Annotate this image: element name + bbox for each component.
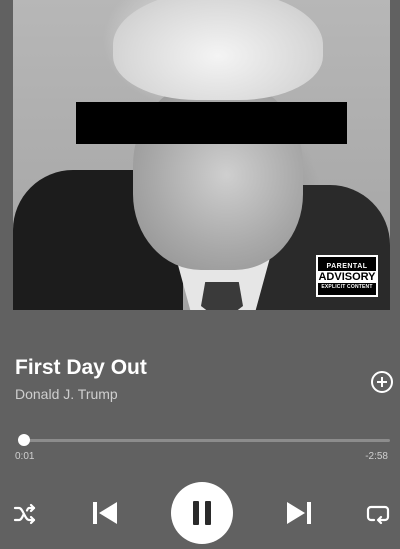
previous-track-button[interactable] [90,498,120,528]
progress-bar[interactable] [22,439,390,442]
track-title: First Day Out [15,356,147,379]
album-art-hair [113,0,323,100]
shuffle-button[interactable] [12,501,38,527]
album-art-tie [201,282,243,310]
time-elapsed: 0:01 [15,451,35,462]
album-art: PARENTAL ADVISORY EXPLICIT CONTENT [13,0,390,310]
censor-bar [76,102,347,144]
repeat-icon [366,505,390,525]
repeat-button[interactable] [365,501,391,527]
advisory-line-2: ADVISORY [318,270,376,283]
advisory-line-1: PARENTAL [326,262,368,270]
add-to-library-button[interactable] [371,371,393,393]
skip-previous-icon [93,502,117,524]
track-artist[interactable]: Donald J. Trump [15,386,118,402]
shuffle-icon [13,503,36,525]
pause-icon [193,501,211,525]
time-remaining: -2:58 [365,451,388,462]
progress-knob[interactable] [18,434,31,446]
next-track-button[interactable] [284,498,314,528]
pause-button[interactable] [171,482,233,544]
skip-next-icon [287,502,311,524]
advisory-line-3: EXPLICIT CONTENT [321,283,373,290]
parental-advisory-label: PARENTAL ADVISORY EXPLICIT CONTENT [316,255,378,297]
